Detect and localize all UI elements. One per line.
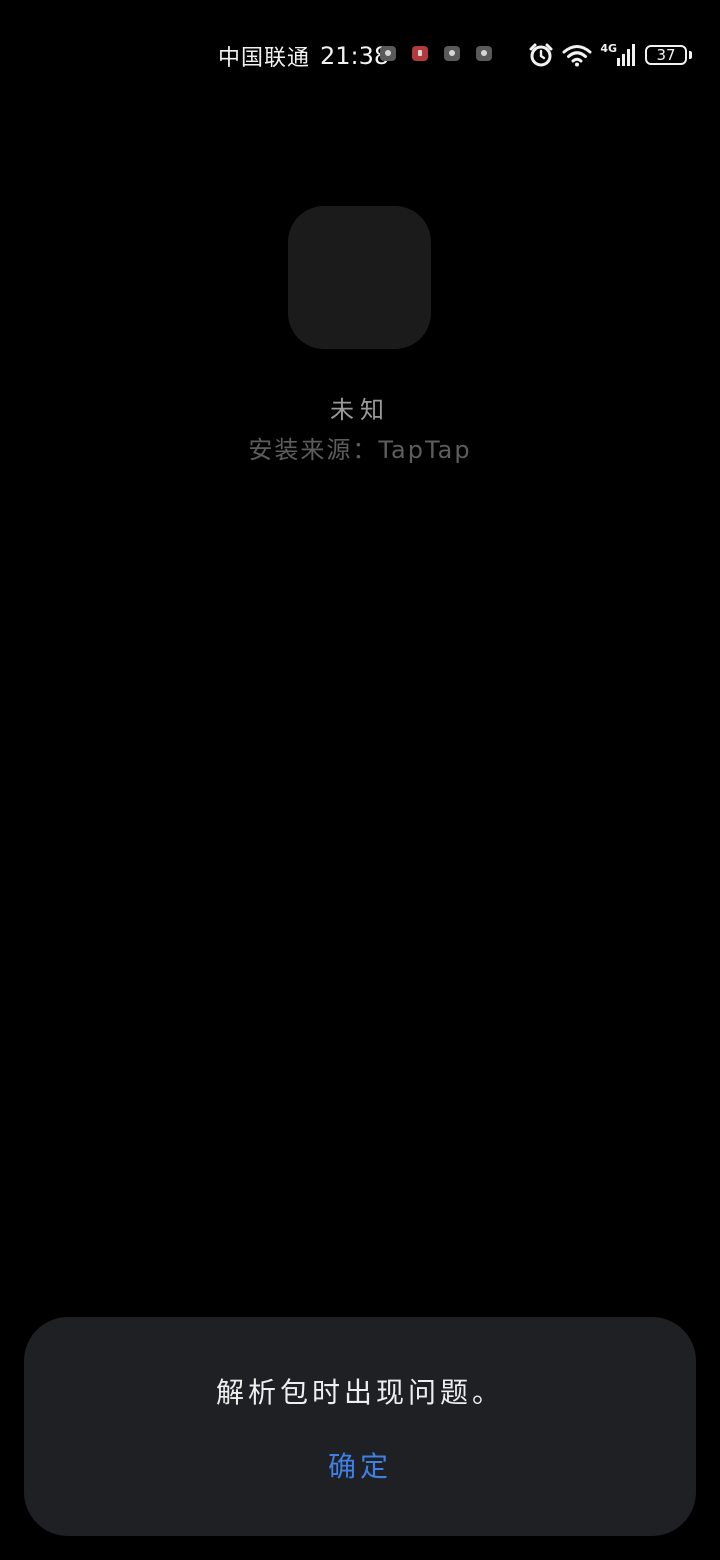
error-dialog: 解析包时出现问题。 确定 xyxy=(24,1317,696,1536)
battery-tip xyxy=(689,51,692,59)
notification-icon xyxy=(444,46,460,61)
notification-icons xyxy=(380,46,492,61)
signal-icon xyxy=(617,44,635,66)
battery-icon: 37 xyxy=(645,45,692,65)
status-right: 4G 37 xyxy=(528,42,692,68)
dialog-message: 解析包时出现问题。 xyxy=(215,1376,504,1409)
status-bar: 中国联通 21:38 4G 37 xyxy=(0,34,720,74)
notification-icon xyxy=(476,46,492,61)
network-type-label: 4G xyxy=(600,41,617,55)
alarm-icon xyxy=(529,43,553,67)
clock: 21:38 xyxy=(320,42,390,70)
wifi-icon xyxy=(562,45,592,67)
status-left: 中国联通 21:38 xyxy=(218,40,389,72)
confirm-button[interactable]: 确定 xyxy=(310,1447,410,1487)
app-name: 未知 xyxy=(330,396,390,424)
notification-icon xyxy=(412,46,428,61)
install-source: 安装来源：TapTap xyxy=(248,436,472,464)
carrier-name: 中国联通 xyxy=(218,46,311,71)
app-icon-placeholder xyxy=(288,206,431,349)
battery-level: 37 xyxy=(645,45,687,65)
notification-icon xyxy=(380,46,396,61)
